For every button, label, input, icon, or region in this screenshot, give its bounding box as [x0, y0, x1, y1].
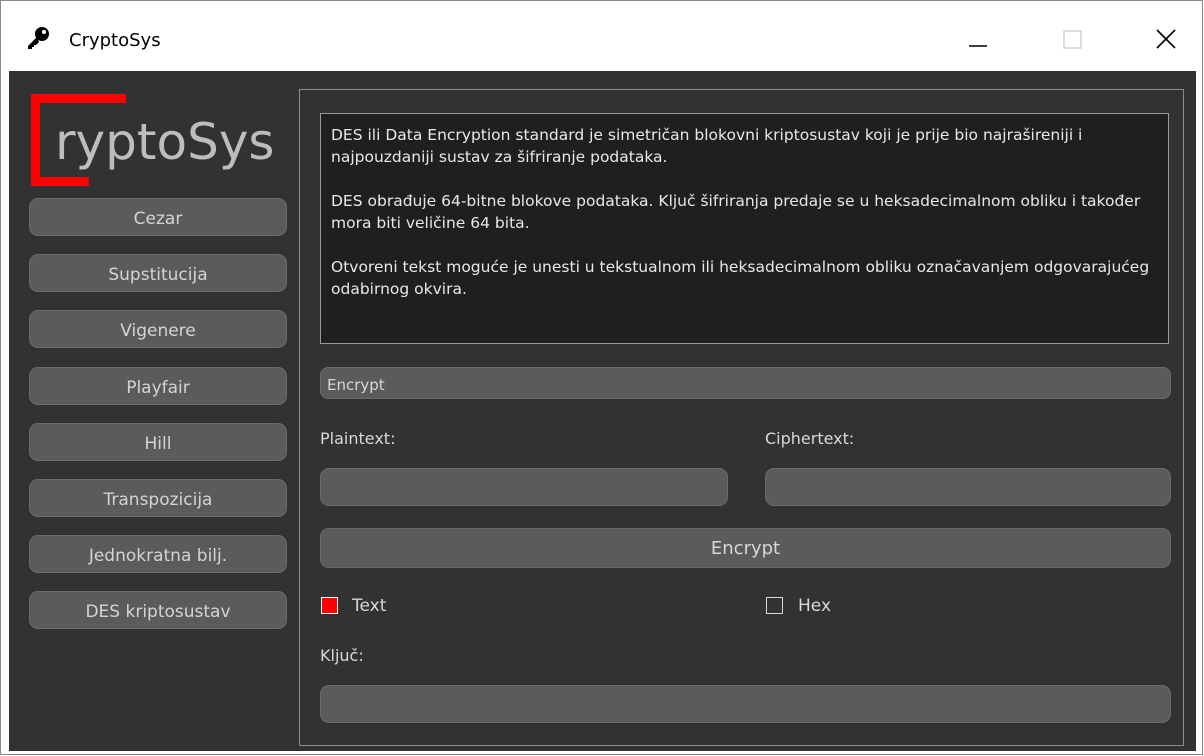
sidebar-item-des[interactable]: DES kriptosustav: [29, 591, 287, 629]
window-title: CryptoSys: [69, 30, 161, 51]
plaintext-input[interactable]: [320, 468, 728, 506]
sidebar-item-supstitucija[interactable]: Supstitucija: [29, 254, 287, 292]
logo-bracket-top: [31, 94, 126, 103]
client-area: ryptoSys Cezar Supstitucija Vigenere Pla…: [9, 71, 1196, 751]
sidebar-item-hill[interactable]: Hill: [29, 423, 287, 461]
hex-checkbox-label: Hex: [798, 596, 832, 616]
des-panel: DES ili Data Encryption standard je sime…: [299, 89, 1184, 746]
key-label: Ključ:: [320, 646, 364, 665]
sidebar-item-jednokratna[interactable]: Jednokratna bilj.: [29, 535, 287, 573]
title-bar[interactable]: CryptoSys: [1, 1, 1202, 71]
description-paragraph: DES obrađuje 64-bitne blokove podataka. …: [331, 192, 1141, 232]
ciphertext-label: Ciphertext:: [765, 429, 855, 448]
ciphertext-input[interactable]: [765, 468, 1171, 506]
sidebar-item-playfair[interactable]: Playfair: [29, 367, 287, 405]
minimize-icon[interactable]: [955, 16, 1001, 62]
text-checkbox-label: Text: [352, 596, 387, 616]
encrypt-button[interactable]: Encrypt: [320, 528, 1171, 568]
sidebar-item-vigenere[interactable]: Vigenere: [29, 310, 287, 348]
app-logo: ryptoSys: [31, 94, 299, 186]
sidebar-item-transpozicija[interactable]: Transpozicija: [29, 479, 287, 517]
app-window: CryptoSys ryptoSys Cezar Supstitucija Vi…: [0, 0, 1203, 755]
key-icon: [25, 26, 53, 50]
logo-text: ryptoSys: [55, 113, 275, 171]
mode-select[interactable]: Encrypt: [320, 367, 1171, 399]
plaintext-label: Plaintext:: [320, 429, 396, 448]
maximize-icon[interactable]: [1049, 16, 1095, 62]
description-box: DES ili Data Encryption standard je sime…: [320, 113, 1169, 344]
hex-checkbox[interactable]: [766, 597, 783, 614]
close-icon[interactable]: [1143, 16, 1189, 62]
description-paragraph: Otvoreni tekst moguće je unesti u tekstu…: [331, 258, 1150, 298]
logo-bracket-bottom: [31, 177, 89, 186]
text-checkbox[interactable]: [321, 597, 338, 614]
logo-bracket: [31, 94, 40, 186]
key-input[interactable]: [320, 685, 1171, 723]
sidebar-item-cezar[interactable]: Cezar: [29, 198, 287, 236]
description-paragraph: DES ili Data Encryption standard je sime…: [331, 126, 1083, 166]
